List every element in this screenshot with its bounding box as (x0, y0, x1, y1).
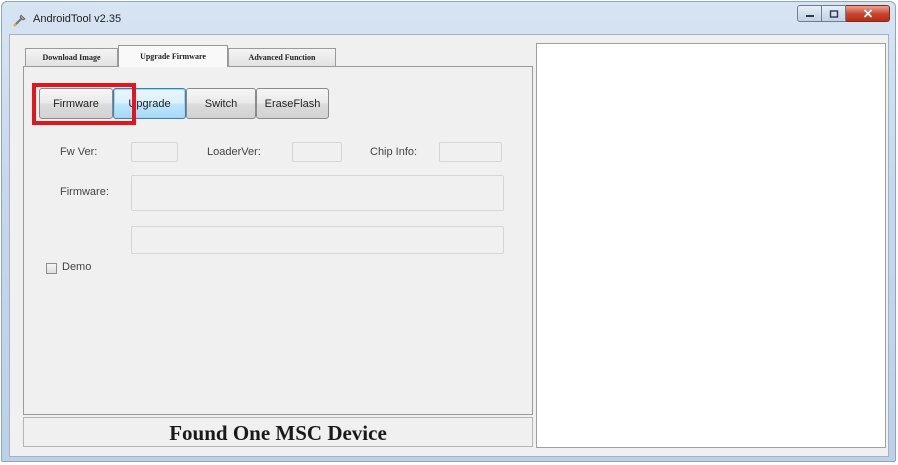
tab-strip: Download Image Upgrade Firmware Advanced… (23, 45, 533, 67)
maximize-icon (829, 9, 838, 18)
maximize-button[interactable] (822, 5, 846, 22)
tool-icon (12, 12, 28, 28)
tab-advanced-function[interactable]: Advanced Function (228, 48, 336, 66)
demo-field[interactable] (131, 226, 504, 254)
close-button[interactable] (846, 5, 890, 22)
firmware-path-field (131, 175, 504, 211)
caption-buttons (797, 5, 890, 23)
highlight-box (32, 83, 136, 125)
chip-info-field (439, 142, 502, 162)
demo-checkbox[interactable] (46, 263, 57, 274)
title-bar[interactable]: AndroidTool v2.35 (2, 2, 895, 34)
erase-flash-button[interactable]: EraseFlash (256, 88, 329, 119)
status-bar: Found One MSC Device (23, 417, 533, 447)
minimize-icon (805, 14, 814, 17)
window-title: AndroidTool v2.35 (33, 13, 122, 25)
fw-ver-field (131, 142, 178, 162)
loader-ver-field (292, 142, 342, 162)
log-pane[interactable] (536, 43, 886, 448)
upgrade-firmware-panel: Firmware Upgrade Switch EraseFlash Fw Ve… (23, 66, 533, 415)
firmware-label: Firmware: (60, 186, 109, 198)
app-window: AndroidTool v2.35 Download Image Upgrade… (1, 1, 896, 462)
left-pane: Download Image Upgrade Firmware Advanced… (23, 45, 533, 415)
tab-upgrade-firmware[interactable]: Upgrade Firmware (118, 45, 228, 67)
client-area: Download Image Upgrade Firmware Advanced… (9, 34, 889, 457)
chip-info-label: Chip Info: (370, 146, 418, 158)
status-message: Found One MSC Device (169, 421, 387, 445)
switch-button[interactable]: Switch (186, 88, 256, 119)
minimize-button[interactable] (797, 5, 822, 22)
loader-ver-label: LoaderVer: (207, 146, 261, 158)
demo-label[interactable]: Demo (62, 261, 91, 273)
tab-download-image[interactable]: Download Image (25, 48, 118, 66)
close-icon (863, 9, 872, 18)
fw-ver-label: Fw Ver: (60, 146, 98, 158)
